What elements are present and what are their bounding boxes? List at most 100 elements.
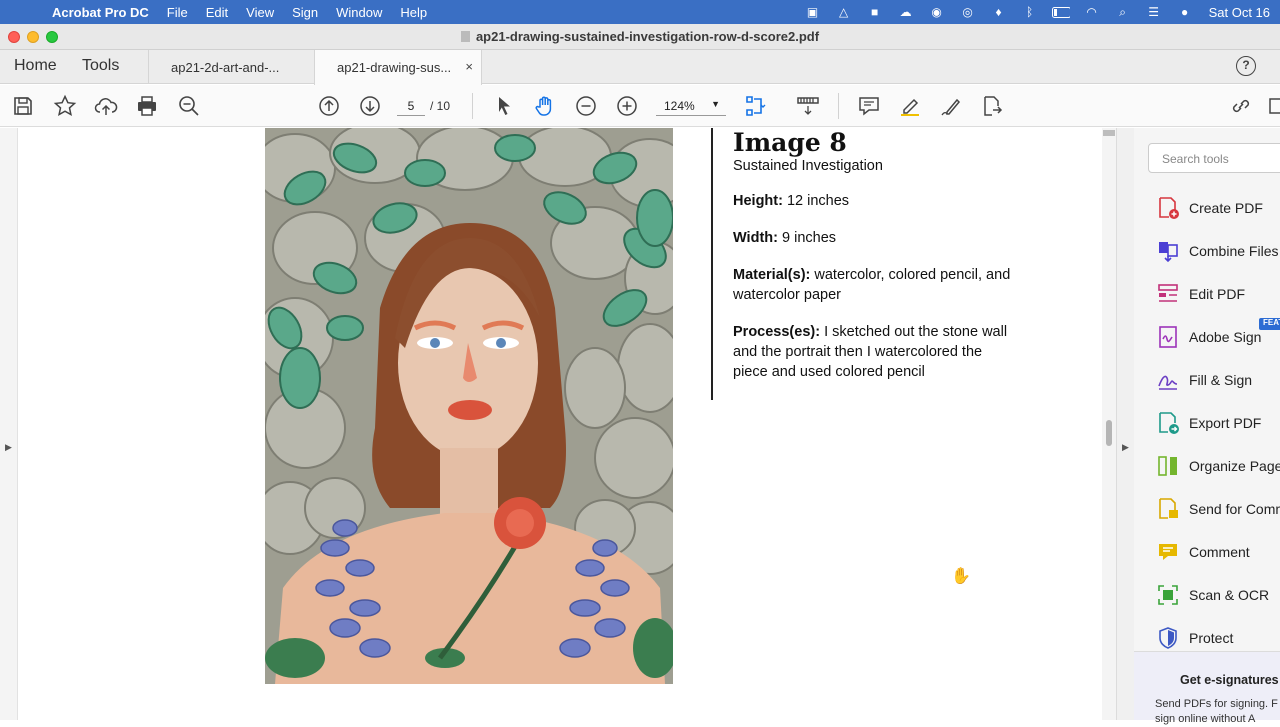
mac-menu-bar: Acrobat Pro DC File Edit View Sign Windo… <box>0 0 1280 24</box>
tab-document-1[interactable]: ap21-2d-art-and-... <box>148 50 314 84</box>
tool-export-pdf[interactable]: Export PDF <box>1156 409 1261 437</box>
menu-sign[interactable]: Sign <box>292 5 318 20</box>
search-tools-input[interactable]: Search tools <box>1148 143 1280 173</box>
close-tab-icon[interactable]: × <box>465 59 473 74</box>
zoom-out-search-icon[interactable] <box>177 94 201 118</box>
menu-clock[interactable]: Sat Oct 16 <box>1209 5 1270 20</box>
page-count-label: / 10 <box>430 99 451 113</box>
app-menu[interactable]: Acrobat Pro DC <box>52 5 149 20</box>
draw-sign-icon[interactable] <box>939 94 963 118</box>
scrollbar-split-handle[interactable] <box>1103 130 1115 136</box>
zoom-level-value: 124% <box>664 99 695 113</box>
materials-label: Material(s): <box>733 267 811 283</box>
battery-icon[interactable] <box>1051 5 1070 19</box>
drop-icon[interactable]: ♦ <box>990 5 1008 19</box>
organize-pages-icon <box>1156 454 1180 478</box>
vertical-scrollbar[interactable] <box>1102 128 1116 720</box>
collapse-right-panel-icon[interactable]: ▶ <box>1122 442 1129 453</box>
left-panel-toggle[interactable]: ▶ <box>0 128 18 720</box>
processes-field: Process(es): I sketched out the stone wa… <box>733 322 1011 382</box>
help-icon[interactable]: ? <box>1236 56 1256 76</box>
zoom-out-icon[interactable] <box>574 94 598 118</box>
width-value: 9 inches <box>782 230 837 246</box>
height-label: Height: <box>733 193 783 209</box>
expand-left-panel-icon[interactable]: ▶ <box>5 442 12 453</box>
bookmark-star-icon[interactable] <box>53 94 77 118</box>
width-label: Width: <box>733 230 778 246</box>
tool-send-for-comments[interactable]: Send for Comments <box>1156 495 1280 523</box>
previous-page-icon[interactable] <box>317 94 341 118</box>
tool-protect[interactable]: Protect <box>1156 624 1233 652</box>
bandwidth-icon[interactable]: ◉ <box>928 5 946 19</box>
protect-shield-icon <box>1156 626 1180 650</box>
control-center-icon[interactable]: ☰ <box>1145 5 1163 19</box>
menu-window[interactable]: Window <box>336 5 382 20</box>
width-field: Width: 9 inches <box>733 228 1011 248</box>
height-field: Height: 12 inches <box>733 191 1011 211</box>
link-icon[interactable] <box>1229 94 1253 118</box>
tool-adobe-sign[interactable]: Adobe Sign <box>1156 323 1261 351</box>
edit-pdf-icon <box>1156 282 1180 306</box>
combine-files-icon <box>1156 239 1180 263</box>
drive-icon[interactable]: △ <box>835 5 853 19</box>
siri-icon[interactable]: ● <box>1176 5 1194 19</box>
zoom-level-dropdown[interactable]: 124% ▼ <box>656 96 726 116</box>
tool-protect-label: Protect <box>1189 630 1234 646</box>
toolbar-divider <box>838 93 839 119</box>
tab-bar: Home Tools ap21-2d-art-and-... ap21-draw… <box>0 50 1280 85</box>
promo-title: Get e-signatures <box>1180 673 1279 687</box>
wifi-icon[interactable]: ◠ <box>1083 5 1101 19</box>
image-subtitle: Sustained Investigation <box>733 158 883 174</box>
tool-edit-pdf[interactable]: Edit PDF <box>1156 280 1245 308</box>
bluetooth-icon[interactable]: ᛒ <box>1021 5 1039 19</box>
tool-scan-ocr-label: Scan & OCR <box>1189 587 1270 603</box>
menu-file[interactable]: File <box>167 5 188 20</box>
select-arrow-icon[interactable] <box>492 94 516 118</box>
fit-page-icon[interactable] <box>744 94 768 118</box>
page-number-input[interactable]: 5 <box>397 96 425 116</box>
chevron-down-icon: ▼ <box>711 99 720 109</box>
tool-scan-ocr[interactable]: Scan & OCR <box>1156 581 1269 609</box>
tool-create-pdf[interactable]: Create PDF <box>1156 194 1263 222</box>
menu-help[interactable]: Help <box>400 5 427 20</box>
scrollbar-thumb[interactable] <box>1106 420 1112 446</box>
scan-ocr-icon <box>1156 583 1180 607</box>
comment-tool-icon <box>1156 540 1180 564</box>
tab-tools[interactable]: Tools <box>82 57 119 75</box>
tab-home[interactable]: Home <box>14 57 57 75</box>
tool-combine-files-label: Combine Files <box>1189 243 1279 259</box>
tool-fill-sign[interactable]: Fill & Sign <box>1156 366 1252 394</box>
share-link-icon[interactable] <box>980 94 1004 118</box>
adobe-sign-icon <box>1156 325 1180 349</box>
zoom-in-icon[interactable] <box>615 94 639 118</box>
screen-record-icon[interactable]: ▣ <box>804 5 822 19</box>
materials-field: Material(s): watercolor, colored pencil,… <box>733 265 1011 305</box>
image-title: Image 8 <box>733 128 847 157</box>
cloud-icon[interactable]: ☁ <box>897 5 915 19</box>
save-icon[interactable] <box>11 94 35 118</box>
tool-organize-pages[interactable]: Organize Pages <box>1156 452 1280 480</box>
print-icon[interactable] <box>135 94 159 118</box>
tool-comment[interactable]: Comment <box>1156 538 1250 566</box>
menu-edit[interactable]: Edit <box>206 5 228 20</box>
upload-cloud-icon[interactable] <box>94 94 118 118</box>
comment-icon[interactable] <box>857 94 881 118</box>
hand-tool-icon[interactable] <box>533 94 557 118</box>
right-panel-toggle[interactable]: ▶ <box>1116 128 1134 720</box>
collapse-panel-icon[interactable] <box>1268 94 1280 118</box>
hand-cursor-icon: ✋ <box>951 568 971 585</box>
spotlight-icon[interactable]: ⌕ <box>1114 5 1132 19</box>
tool-export-pdf-label: Export PDF <box>1189 415 1262 431</box>
next-page-icon[interactable] <box>358 94 382 118</box>
tools-pane: Search tools Create PDF Combine Files Ed… <box>1134 128 1280 720</box>
tool-adobe-sign-label: Adobe Sign <box>1189 329 1262 345</box>
vpn-icon[interactable]: ◎ <box>959 5 977 19</box>
e-signature-promo[interactable]: Get e-signatures Send PDFs for signing. … <box>1134 651 1280 725</box>
scroll-mode-icon[interactable] <box>796 94 820 118</box>
tab-document-2[interactable]: ap21-drawing-sus... × <box>314 50 482 85</box>
tool-combine-files[interactable]: Combine Files <box>1156 237 1278 265</box>
menu-view[interactable]: View <box>246 5 274 20</box>
highlight-icon[interactable] <box>898 94 922 118</box>
zoom-icon[interactable]: ■ <box>866 5 884 19</box>
fill-sign-icon <box>1156 368 1180 392</box>
